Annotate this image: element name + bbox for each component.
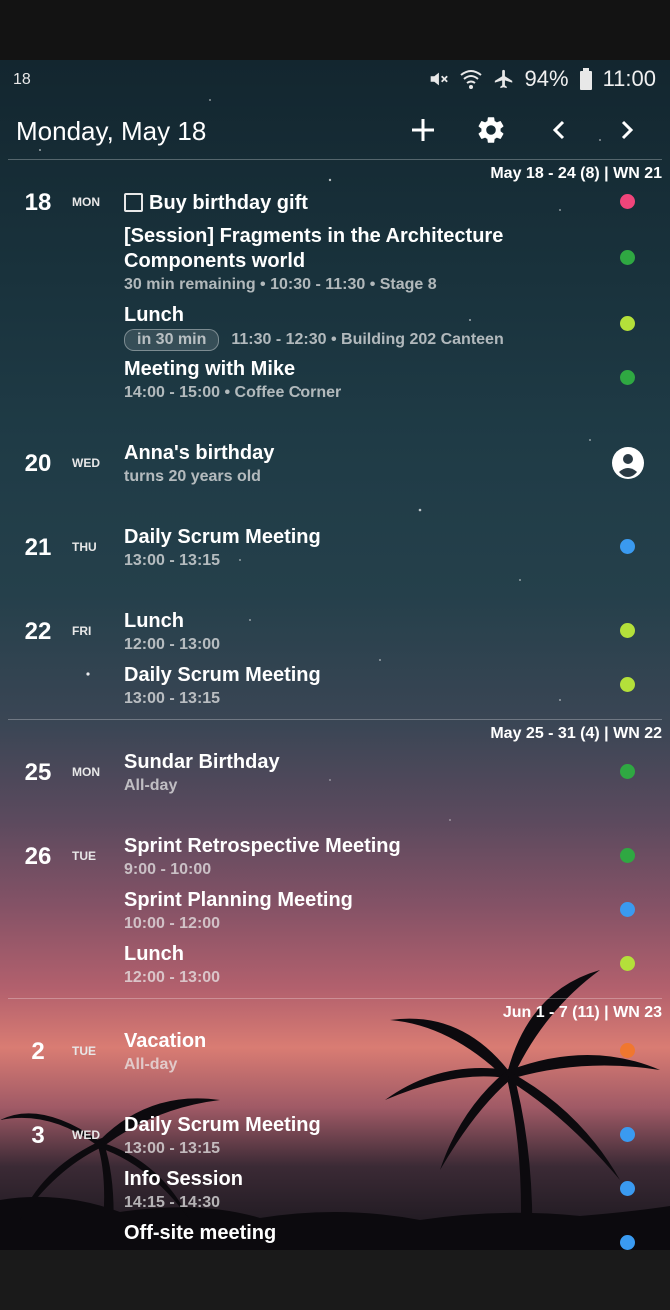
person-icon — [611, 446, 645, 485]
event-details: 13:00 - 13:15 — [124, 690, 221, 707]
gear-icon — [475, 114, 507, 151]
event-title[interactable]: Meeting with Mike — [124, 358, 295, 381]
checkbox-icon[interactable] — [124, 193, 143, 212]
palm-trees-silhouette — [0, 970, 670, 1250]
event-title[interactable]: Lunch — [124, 304, 184, 327]
event-title[interactable]: Daily Scrum Meeting — [124, 664, 321, 687]
event-title[interactable]: Lunch — [124, 610, 184, 633]
battery-icon — [579, 68, 593, 90]
day-of-week: FRI — [72, 624, 92, 638]
event-title[interactable]: Info Session — [124, 1168, 243, 1191]
battery-percent: 94% — [524, 66, 569, 91]
day-number[interactable]: 18 — [0, 189, 78, 217]
day-number[interactable]: 3 — [0, 1122, 78, 1150]
event-title[interactable]: Sundar Birthday — [124, 751, 280, 774]
event-details: 9:00 - 10:00 — [124, 861, 212, 878]
event-title[interactable]: Vacation — [124, 1030, 206, 1053]
calendar-widget: 18 94% 11:00 Monday, May 18 May 18 - 24 … — [0, 60, 670, 1250]
event-color-dot — [620, 677, 635, 692]
previous-button[interactable] — [539, 112, 579, 152]
event-details: 14:00 - 15:00 • Coffee Corner — [124, 384, 342, 401]
task-title: Buy birthday gift — [149, 192, 308, 214]
event-details: 12:00 - 13:00 — [124, 636, 221, 653]
clock: 11:00 — [602, 66, 656, 91]
day-number[interactable]: 25 — [0, 759, 78, 787]
event-details: 30 min remaining • 10:30 - 11:30 • Stage… — [124, 276, 437, 293]
week-header[interactable]: May 25 - 31 (4) | WN 22 — [490, 725, 662, 743]
event-color-dot — [620, 623, 635, 638]
device-top-bezel — [0, 0, 670, 60]
day-number[interactable]: 2 — [0, 1038, 78, 1066]
device-bottom-bezel — [0, 1250, 670, 1310]
notification-count: 18 — [13, 71, 31, 88]
event-color-dot — [620, 1181, 635, 1196]
week-divider — [8, 998, 662, 999]
event-title[interactable]: Sprint Retrospective Meeting — [124, 835, 401, 858]
event-color-dot — [620, 1127, 635, 1142]
event-time-location: 11:30 - 12:30 • Building 202 Canteen — [231, 331, 504, 348]
wifi-icon — [459, 68, 483, 90]
event-color-dot — [620, 848, 635, 863]
event-color-dot — [620, 370, 635, 385]
event-color-dot — [620, 764, 635, 779]
countdown-badge: in 30 min — [124, 329, 220, 351]
event-details: in 30 min 11:30 - 12:30 • Building 202 Ca… — [124, 329, 504, 351]
day-of-week: TUE — [72, 849, 96, 863]
event-color-dot — [620, 539, 635, 554]
week-divider — [8, 719, 662, 720]
airplane-icon — [493, 68, 515, 90]
event-color-dot — [620, 956, 635, 971]
event-title-line2[interactable]: Components world — [124, 250, 305, 273]
event-title[interactable]: [Session] Fragments in the Architecture — [124, 225, 503, 248]
event-details: turns 20 years old — [124, 468, 261, 485]
settings-button[interactable] — [471, 112, 511, 152]
day-number[interactable]: 26 — [0, 843, 78, 871]
chevron-left-icon — [550, 119, 568, 146]
week-header[interactable]: Jun 1 - 7 (11) | WN 23 — [503, 1004, 662, 1022]
event-title[interactable]: Daily Scrum Meeting — [124, 526, 321, 549]
event-title[interactable]: Off-site meeting — [124, 1222, 276, 1245]
day-of-week: MON — [72, 765, 100, 779]
day-of-week: TUE — [72, 1044, 96, 1058]
next-button[interactable] — [607, 112, 647, 152]
event-color-dot — [620, 316, 635, 331]
day-of-week: MON — [72, 195, 100, 209]
event-details: 14:15 - 14:30 — [124, 1194, 221, 1211]
event-color-dot — [620, 1043, 635, 1058]
event-details: 10:00 - 12:00 — [124, 915, 221, 932]
event-details: 12:00 - 13:00 — [124, 969, 221, 986]
plus-icon — [410, 117, 436, 148]
event-details: All-day — [124, 1056, 178, 1073]
event-title[interactable]: Anna's birthday — [124, 442, 274, 465]
chevron-right-icon — [618, 119, 636, 146]
day-of-week: THU — [72, 540, 97, 554]
event-color-dot — [620, 902, 635, 917]
week-divider — [8, 159, 662, 160]
current-date-title[interactable]: Monday, May 18 — [16, 116, 206, 147]
day-of-week: WED — [72, 456, 100, 470]
status-bar: 18 94% 11:00 — [0, 60, 670, 100]
event-color-dot — [620, 194, 635, 209]
mute-icon — [427, 68, 449, 90]
event-color-dot — [620, 1235, 635, 1250]
week-header[interactable]: May 18 - 24 (8) | WN 21 — [490, 165, 662, 183]
event-details: All-day — [124, 777, 178, 794]
event-title[interactable]: Lunch — [124, 943, 184, 966]
event-title[interactable]: Daily Scrum Meeting — [124, 1114, 321, 1137]
day-number[interactable]: 22 — [0, 618, 78, 646]
event-details: 13:00 - 13:15 — [124, 552, 221, 569]
day-number[interactable]: 20 — [0, 450, 78, 478]
event-title[interactable]: Sprint Planning Meeting — [124, 889, 353, 912]
add-event-button[interactable] — [403, 112, 443, 152]
day-number[interactable]: 21 — [0, 534, 78, 562]
event-color-dot — [620, 250, 635, 265]
event-title[interactable]: Buy birthday gift — [124, 192, 308, 215]
event-details: 13:00 - 13:15 — [124, 1140, 221, 1157]
day-of-week: WED — [72, 1128, 100, 1142]
widget-header: Monday, May 18 — [0, 100, 670, 158]
